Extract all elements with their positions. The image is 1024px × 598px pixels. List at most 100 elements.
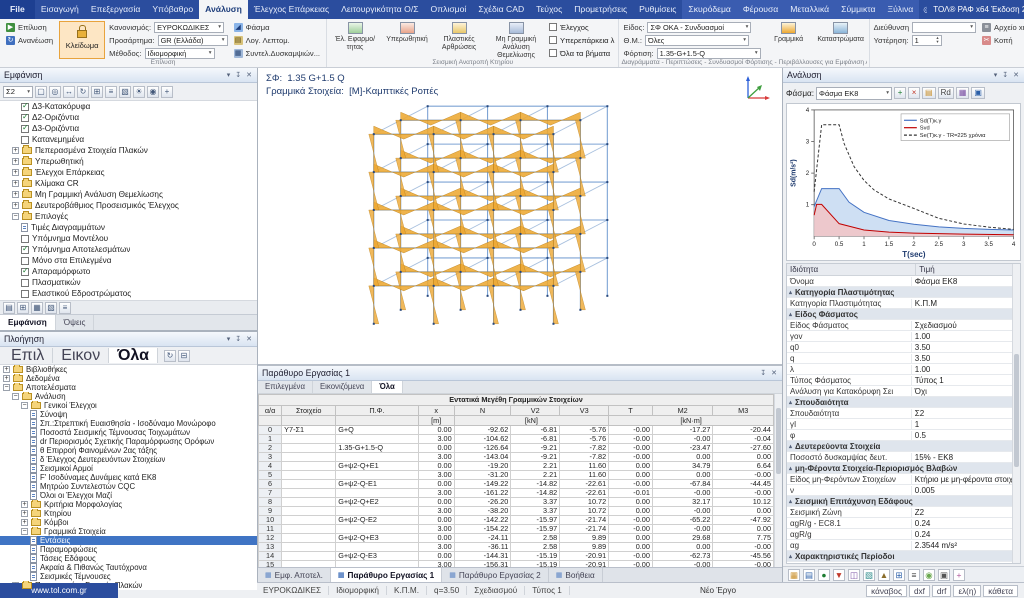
nav-tree-item[interactable]: −Γραμμικά Στοιχεία <box>0 527 257 536</box>
checkbox-icon[interactable] <box>21 257 29 265</box>
views-icon[interactable]: ▤ <box>3 302 15 314</box>
column-header[interactable]: M3 <box>713 406 774 416</box>
display-tree-item[interactable]: +Κλίμακα CR <box>0 178 257 189</box>
expander-icon[interactable]: + <box>3 375 10 382</box>
light-icon[interactable]: ☀ <box>133 86 145 98</box>
method-select[interactable]: Ιδιομορφική ▾ <box>145 48 215 59</box>
checkbox-icon[interactable] <box>21 246 29 254</box>
property-row[interactable]: Είδος μη-Φερόντων ΣτοιχείωνΚτήριο με μη-… <box>787 474 1012 485</box>
pan-icon[interactable]: ↔ <box>63 86 75 98</box>
display-tree-item[interactable]: +Μη Γραμμική Ανάλυση Θεμελίωσης <box>0 189 257 200</box>
print-icon[interactable]: ▣ <box>938 569 950 581</box>
model-icon[interactable]: ▦ <box>788 569 800 581</box>
thm-select[interactable]: Όλες ▾ <box>645 35 749 46</box>
expander-icon[interactable]: + <box>3 366 10 373</box>
nav-filter-tab[interactable]: Επιλ <box>3 348 53 363</box>
list-icon[interactable]: ≡ <box>59 302 71 314</box>
log-details-button[interactable]: ▤ Λογ. Λεπτομ. <box>232 34 322 46</box>
nodes-icon[interactable]: ● <box>818 569 830 581</box>
slabs-icon[interactable]: ◫ <box>848 569 860 581</box>
grid-icon[interactable]: ⊞ <box>17 302 29 314</box>
ribbon-tab[interactable]: Προμετρήσεις <box>568 0 633 19</box>
collapse-icon[interactable]: ▴ <box>789 289 792 296</box>
plastic-hinges-button[interactable]: Πλαστικές Αρθρώσεις <box>435 21 483 57</box>
filter-icon[interactable]: ▧ <box>45 302 57 314</box>
property-row[interactable]: λ1.00 <box>787 364 1012 375</box>
collapse-icon[interactable]: ▴ <box>789 498 792 505</box>
display-tree-item[interactable]: −Επιλογές <box>0 211 257 222</box>
property-section[interactable]: ▴Κατηγορία Πλαστιμότητας <box>787 287 1012 298</box>
work-window-tab[interactable]: Όλα <box>372 381 402 393</box>
nav-tree-item[interactable]: Σεισμικοί Αρμοί <box>0 464 257 473</box>
render-icon[interactable]: ▧ <box>119 86 131 98</box>
expander-icon[interactable]: + <box>12 202 19 209</box>
axes-icon[interactable]: + <box>161 86 173 98</box>
ribbon-tab[interactable]: Σκυρόδεμα <box>682 0 737 19</box>
scrollbar-thumb[interactable] <box>776 408 781 474</box>
table-row[interactable]: 73.00-161.22-14.82-22.61-0.01-0.00-0.00 <box>259 489 774 498</box>
column-header[interactable]: Στοιχείο <box>282 406 336 416</box>
nonlinear-foundation-button[interactable]: Μη Γραμμική Ανάλυση Θεμελίωσης <box>487 21 545 60</box>
statusbar-toggle[interactable]: κάναβος <box>866 585 907 597</box>
spectrum-select[interactable]: Φάσμα ΕΚ8 ▾ <box>816 87 892 100</box>
display-tree-item[interactable]: Ελαστικού Εδροστρώματος <box>0 288 257 299</box>
table-row[interactable]: 14G+ψ2-Q-E30.00-144.31-15.19-20.91-0.00-… <box>259 552 774 561</box>
loads-icon[interactable]: ▼ <box>833 569 845 581</box>
direction-select[interactable]: ▾ <box>912 22 976 33</box>
property-row[interactable]: ΌνομαΦάσμα ΕΚ8 <box>787 276 1012 287</box>
supports-icon[interactable]: ▲ <box>878 569 890 581</box>
regulation-select[interactable]: ΕΥΡΟΚΩΔΙΚΕΣ ▾ <box>154 22 224 33</box>
work-window-tab[interactable]: Εικονιζόμενα <box>313 381 372 393</box>
property-row[interactable]: Ανάλυση για Κατακόρυφη ΣειΌχι <box>787 386 1012 397</box>
checkbox-icon[interactable] <box>21 103 29 111</box>
property-section[interactable]: ▴Είδος Φάσματος <box>787 309 1012 320</box>
settings-icon[interactable]: + <box>953 569 965 581</box>
nav-tree-item[interactable]: F' Ισοδύναμες Δυνάμεις κατά ΕΚ8 <box>0 473 257 482</box>
ribbon-tab[interactable]: Μεταλλικά <box>784 0 835 19</box>
statusbar-toggle[interactable]: dxf <box>909 585 930 597</box>
collapse-icon[interactable]: ▴ <box>789 443 792 450</box>
table-row[interactable]: 133.00-36.112.589.890.000.00-0.00 <box>259 543 774 552</box>
property-row[interactable]: αgR/g - EC8.10.24 <box>787 518 1012 529</box>
column-header[interactable]: x <box>418 406 454 416</box>
pin-icon[interactable]: ↧ <box>234 335 242 343</box>
statusbar-toggle[interactable]: drf <box>932 585 952 597</box>
linear-elements-button[interactable]: Γραμμικά <box>765 21 813 57</box>
load-select[interactable]: 1.35-G+1.5-Q ▾ <box>657 48 761 59</box>
checkbox-icon[interactable] <box>21 114 29 122</box>
property-section[interactable]: ▴Σεισμική Επιτάχυνση Εδάφους <box>787 496 1012 507</box>
property-row[interactable]: αgR/g0.24 <box>787 529 1012 540</box>
checkbox-icon[interactable] <box>21 279 29 287</box>
zoom-extents-icon[interactable]: ⊞ <box>91 86 103 98</box>
annex-select[interactable]: GR (Ελλάδα) ▾ <box>158 35 228 46</box>
ribbon-tab[interactable]: Υπόβαθρο <box>146 0 199 19</box>
nav-tree-item[interactable]: Ακραία & Πιθανώς Ταυτόχρονα <box>0 563 257 572</box>
hysteresis-stepper[interactable]: 1 ▴▾ <box>912 35 942 46</box>
property-row[interactable]: Τύπος ΦάσματοςΤύπος 1 <box>787 375 1012 386</box>
expander-icon[interactable]: + <box>21 501 28 508</box>
expander-icon[interactable]: + <box>21 510 28 517</box>
check-checkbox[interactable]: Έλεγχος <box>549 21 614 33</box>
collapse-icon[interactable]: ▴ <box>789 399 792 406</box>
add-spectrum-icon[interactable]: + <box>894 87 906 99</box>
collapse-icon[interactable]: ▴ <box>789 553 792 560</box>
expander-icon[interactable]: − <box>12 213 19 220</box>
table-row[interactable]: 53.00-31.202.2111.600.000.00-0.00 <box>259 471 774 480</box>
expander-icon[interactable]: + <box>12 191 19 198</box>
display-tree-item[interactable]: Δ3-Κατακόρυφα <box>0 101 257 112</box>
nav-tree-item[interactable]: +Κτηρίου <box>0 509 257 518</box>
pin-icon[interactable]: ↧ <box>1001 71 1009 79</box>
tell-me-search[interactable]: ◎ Πείτε μου πως μπο... <box>919 0 927 19</box>
expander-icon[interactable]: − <box>21 402 28 409</box>
lock-button[interactable]: Κλείδωμα <box>59 21 105 59</box>
table-row[interactable]: 4G+ψ2-Q+E10.00-19.202.2111.600.0034.796.… <box>259 462 774 471</box>
expander-icon[interactable]: − <box>12 393 19 400</box>
select-icon[interactable]: ▢ <box>35 86 47 98</box>
property-row[interactable]: φ0.5 <box>787 430 1012 441</box>
expander-icon[interactable]: + <box>12 158 19 165</box>
property-row[interactable]: Σεισμική ΖώνηΖ2 <box>787 507 1012 518</box>
property-row[interactable]: Κατηγορία ΠλαστιμότηταςΚ.Π.Μ <box>787 298 1012 309</box>
property-row[interactable]: q3.50 <box>787 353 1012 364</box>
display-tree-item[interactable]: Πλασματικών <box>0 277 257 288</box>
orientation-axes-icon[interactable] <box>740 72 774 106</box>
